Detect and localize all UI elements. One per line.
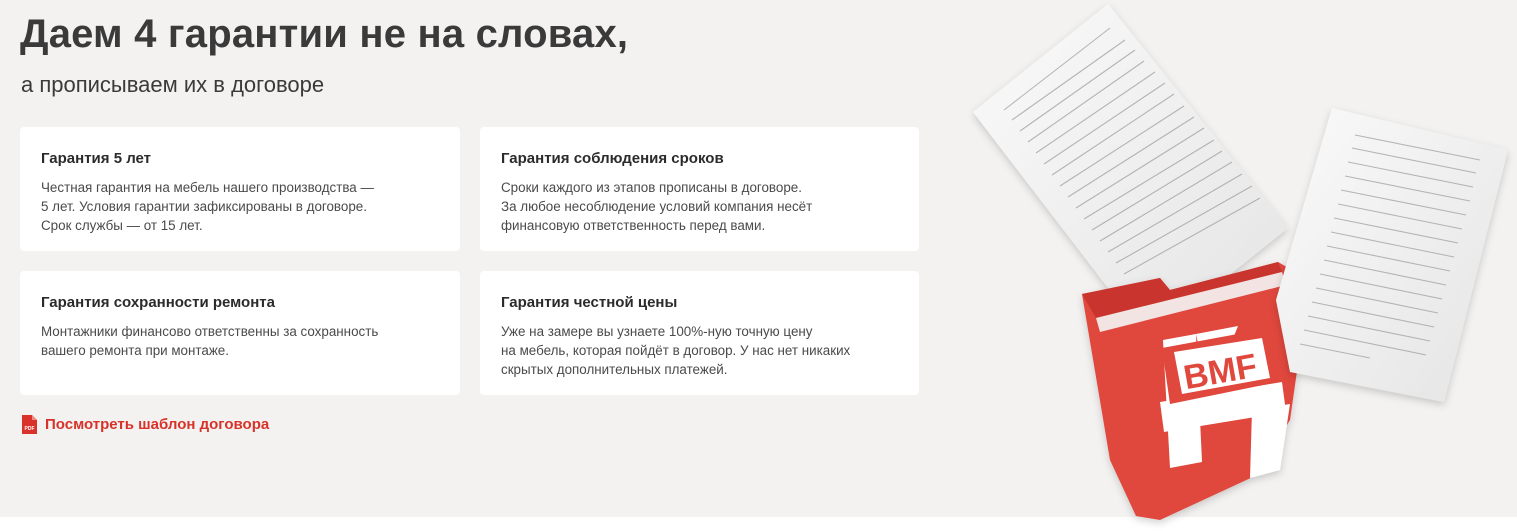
pdf-file-icon: PDF bbox=[22, 415, 37, 434]
card-text: Монтажники финансово ответственны за сох… bbox=[41, 324, 379, 358]
card-text: Сроки каждого из этапов прописаны в дого… bbox=[501, 180, 813, 233]
contract-link-label: Посмотреть шаблон договора bbox=[45, 416, 270, 433]
guarantee-card-renovation-safety: Гарантия сохранности ремонта Монтажники … bbox=[20, 271, 460, 395]
red-folder: BMF bbox=[1082, 262, 1308, 520]
guarantee-card-5-years: Гарантия 5 лет Честная гарантия на мебел… bbox=[20, 127, 460, 251]
view-contract-template-link[interactable]: PDF Посмотреть шаблон договора bbox=[21, 414, 269, 435]
document-sheet-front bbox=[1276, 108, 1508, 402]
guarantee-card-deadlines: Гарантия соблюдения сроков Сроки каждого… bbox=[480, 127, 919, 251]
card-title: Гарантия сохранности ремонта bbox=[41, 294, 275, 311]
card-title: Гарантия соблюдения сроков bbox=[501, 150, 724, 167]
card-text: Честная гарантия на мебель нашего произв… bbox=[41, 180, 374, 233]
page-subtitle: а прописываем их в договоре bbox=[21, 72, 325, 97]
page-title: Даем 4 гарантии не на словах, bbox=[20, 12, 629, 56]
contract-folder-illustration: BMF bbox=[973, 4, 1508, 520]
card-text: Уже на замере вы узнаете 100%-ную точную… bbox=[501, 324, 851, 377]
card-title: Гарантия 5 лет bbox=[41, 150, 152, 167]
svg-text:PDF: PDF bbox=[25, 426, 35, 432]
card-title: Гарантия честной цены bbox=[501, 294, 678, 311]
guarantee-card-fair-price: Гарантия честной цены Уже на замере вы у… bbox=[480, 271, 919, 395]
